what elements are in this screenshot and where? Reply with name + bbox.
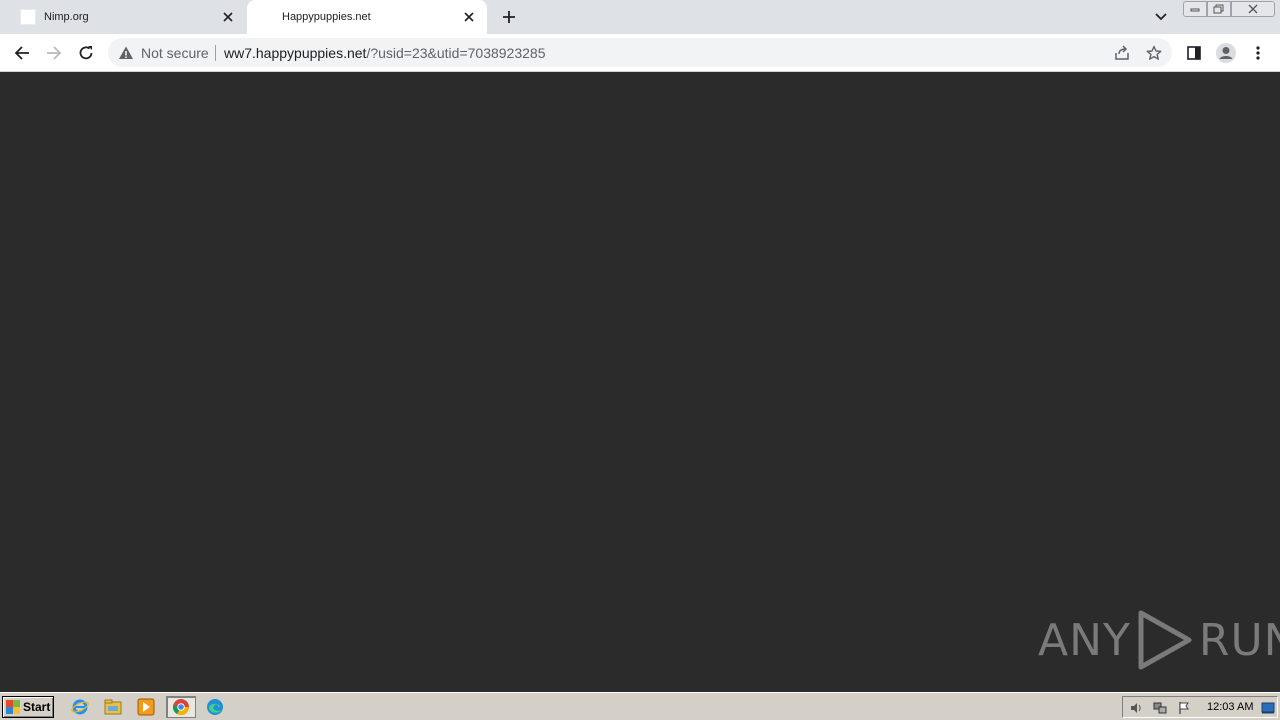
windows-taskbar: Start 12:03 AM [0,692,1280,720]
url-text[interactable]: ww7.happypuppies.net/?usid=23&utid=70389… [224,45,546,61]
omnibox-divider [215,45,216,61]
system-tray: 12:03 AM [1122,696,1278,718]
address-bar[interactable]: Not secure ww7.happypuppies.net/?usid=23… [108,38,1172,67]
anyrun-watermark-logo: ANY RUN [1038,609,1280,671]
browser-toolbar: Not secure ww7.happypuppies.net/?usid=23… [0,34,1280,72]
tab-title: Happypuppies.net [282,11,371,23]
url-host: ww7.happypuppies.net [224,45,367,61]
chrome-icon[interactable] [166,696,196,718]
start-button[interactable]: Start [2,696,54,718]
watermark-text-left: ANY [1038,614,1131,666]
internet-explorer-icon[interactable] [68,696,92,718]
network-icon[interactable] [1152,700,1168,716]
menu-kebab-icon[interactable] [1246,41,1270,65]
watermark-text-right: RUN [1198,614,1280,666]
close-tab-icon[interactable] [220,9,236,25]
side-panel-icon[interactable] [1182,41,1206,65]
tab-happypuppies[interactable]: Happypuppies.net [247,0,487,34]
reload-icon[interactable] [74,41,98,65]
minimize-window-icon[interactable] [1183,1,1207,17]
volume-icon[interactable] [1128,700,1144,716]
bookmark-star-icon[interactable] [1144,43,1164,63]
close-tab-icon[interactable] [461,9,477,25]
show-desktop-icon[interactable] [1260,700,1276,716]
back-arrow-icon[interactable] [10,41,34,65]
restore-window-icon[interactable] [1207,1,1231,17]
tab-title: Nimp.org [44,11,89,23]
page-content: ANY RUN [0,72,1280,692]
profile-avatar-icon[interactable] [1214,41,1238,65]
tab-search-chevron-icon[interactable] [1151,8,1171,26]
tab-strip: Nimp.org Happypuppies.net [0,0,1280,34]
tab-nimp[interactable]: Nimp.org [8,0,246,34]
forward-arrow-icon[interactable] [42,41,66,65]
windows-logo-icon [6,700,20,714]
share-icon[interactable] [1112,43,1132,63]
media-player-icon[interactable] [134,696,158,718]
play-triangle-icon [1138,610,1192,670]
url-path: /?usid=23&utid=7038923285 [366,45,546,61]
action-center-flag-icon[interactable] [1176,700,1192,716]
file-explorer-icon[interactable] [101,696,125,718]
edge-icon[interactable] [203,696,227,718]
close-window-icon[interactable] [1231,1,1275,17]
start-label: Start [23,700,51,714]
new-tab-plus-icon[interactable] [498,7,520,27]
security-status-label[interactable]: Not secure [141,45,209,61]
taskbar-clock[interactable]: 12:03 AM [1207,701,1253,713]
blank-favicon-icon [20,9,36,25]
warning-triangle-icon[interactable] [118,45,134,61]
